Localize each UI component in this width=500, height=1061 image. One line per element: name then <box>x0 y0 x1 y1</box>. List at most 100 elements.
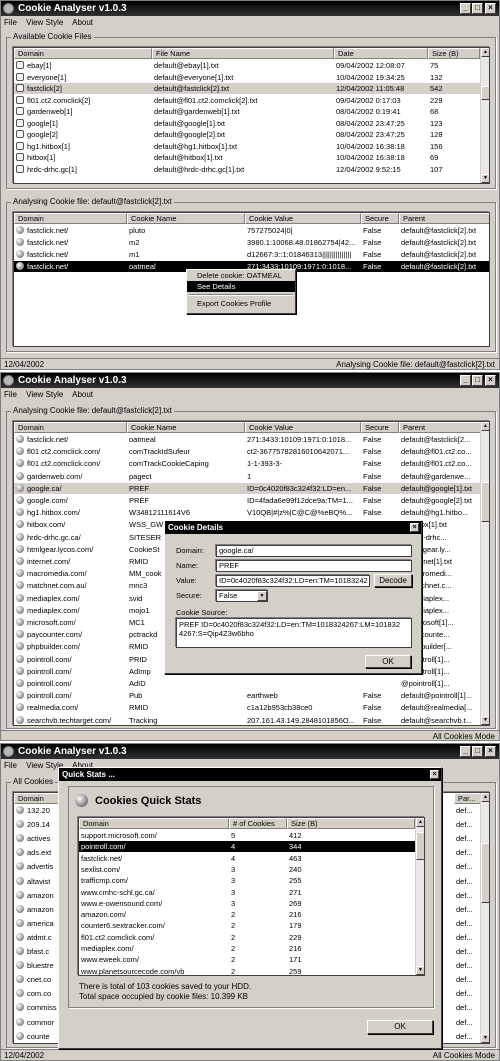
scroll-up-arrow-icon[interactable]: ▲ <box>481 793 489 802</box>
list-row[interactable]: mediaplex.com/2 216 <box>79 943 417 954</box>
list-row[interactable]: www.eweek.com/2 171 <box>79 954 417 965</box>
scroll-up-arrow-icon[interactable]: ▲ <box>481 48 489 57</box>
scroll-down-arrow-icon[interactable]: ▼ <box>481 174 489 183</box>
list-row[interactable]: gardenweb[1] default@gardenweb[1].txt 08/0… <box>14 106 482 117</box>
name-field[interactable]: PREF <box>216 560 412 572</box>
ok-button[interactable]: OK <box>367 1020 433 1034</box>
column-header[interactable]: Domain <box>79 818 229 829</box>
list-row[interactable]: google.com/PREF ID=4fada6e99f12dce9a:TM=1… <box>14 495 482 506</box>
list-row[interactable]: google[2] default@google[2].txt 08/04/2002… <box>14 129 482 140</box>
column-header[interactable]: Parent <box>399 422 481 433</box>
scroll-thumb[interactable] <box>416 832 424 860</box>
scroll-up-arrow-icon[interactable]: ▲ <box>481 422 489 431</box>
delete-cookie-menu-item[interactable]: Delete cookie: OATMEAL <box>187 270 295 281</box>
scroll-down-arrow-icon[interactable]: ▼ <box>481 716 489 725</box>
maximize-icon[interactable]: □ <box>472 3 483 14</box>
list-row[interactable]: pointroll.com/4 344 <box>79 841 417 853</box>
menu-view-style[interactable]: View Style <box>26 390 63 399</box>
list-row[interactable]: trafficmp.com/3 255 <box>79 875 417 886</box>
column-header[interactable]: File Name <box>152 48 334 59</box>
menu-about[interactable]: About <box>72 390 93 399</box>
column-header[interactable]: Size (B) <box>428 48 480 59</box>
close-icon[interactable]: × <box>485 746 496 757</box>
list-row[interactable]: fl01.ct2.comclick.com/comTrackCookieCapi… <box>14 458 482 469</box>
menu-view-style[interactable]: View Style <box>26 18 63 27</box>
list-row[interactable]: google.ca/PREF ID=0c4020f83c324f32:LD=en.… <box>14 482 482 494</box>
value-field[interactable]: ID=0c4020f83c324f32:LD=en:TM=10183242 <box>216 575 370 587</box>
list-row[interactable]: pointroll.com/AdID @pointroll[1]... <box>14 678 482 689</box>
domain-field[interactable]: google.ca/ <box>216 545 412 557</box>
list-row[interactable]: counter6.sextracker.com/2 179 <box>79 920 417 931</box>
list-row[interactable]: hg1.hitbox.com/W34812111614V6 V10QB|#|z%|… <box>14 507 482 518</box>
scroll-thumb[interactable] <box>481 482 489 522</box>
vertical-scrollbar[interactable]: ▲ ▼ <box>480 422 489 725</box>
files-list[interactable]: Domain File Name Date Size (B) ebay[1] defaul… <box>13 47 490 184</box>
list-row[interactable]: everyone[1] default@everyone[1].txt 10/04/… <box>14 72 482 83</box>
stats-list[interactable]: Domain # of Cookies Size (B) support.micros… <box>78 817 425 976</box>
scroll-thumb[interactable] <box>481 86 489 100</box>
list-row[interactable]: support.microsoft.com/5 412 <box>79 830 417 841</box>
secure-select[interactable]: False ▼ <box>216 590 268 602</box>
column-header[interactable]: Domain <box>14 48 152 59</box>
menu-about[interactable]: About <box>72 18 93 27</box>
source-textarea[interactable]: PREF ID=0c4020f83c324f32:LD=en:TM=101832… <box>176 618 412 648</box>
list-row[interactable]: amazon.com/2 216 <box>79 909 417 920</box>
column-header[interactable]: Size (B) <box>287 818 415 829</box>
list-row[interactable]: gardenweb.com/pagect 1 False default@garden… <box>14 471 482 482</box>
column-header[interactable]: # of Cookies <box>229 818 287 829</box>
list-row[interactable]: fastclick.net/m1 d12667:3::1:01846313||||… <box>14 249 489 260</box>
column-header[interactable]: Cookie Value <box>245 422 361 433</box>
scroll-down-arrow-icon[interactable]: ▼ <box>481 1034 489 1043</box>
vertical-scrollbar[interactable]: ▲ ▼ <box>480 48 489 183</box>
vertical-scrollbar[interactable]: ▲ ▼ <box>480 793 489 1043</box>
list-row[interactable]: www.cmhc-schl.gc.ca/3 271 <box>79 887 417 898</box>
menu-file[interactable]: File <box>4 390 17 399</box>
list-row[interactable]: sexlist.com/3 240 <box>79 864 417 875</box>
list-row[interactable]: fastclick.net/pluto 757275024|0| False defa… <box>14 225 489 236</box>
minimize-icon[interactable]: _ <box>460 375 471 386</box>
column-header[interactable]: Domain <box>14 422 127 433</box>
column-header[interactable]: Domain <box>14 213 127 224</box>
maximize-icon[interactable]: □ <box>472 375 483 386</box>
list-row[interactable]: fl01.ct2.comclick.com/comTrackIdSufeur ct… <box>14 446 482 457</box>
column-header[interactable]: Date <box>334 48 428 59</box>
list-row[interactable]: www.e-owensound.com/3 269 <box>79 898 417 909</box>
list-row[interactable]: pointroll.com/Pub earthweb False default@po… <box>14 690 482 701</box>
column-header[interactable]: Cookie Value <box>245 213 361 224</box>
ok-button[interactable]: OK <box>365 655 411 668</box>
list-row[interactable]: fastclick[2] default@fastclick[2].txt 12/0… <box>14 83 482 94</box>
scroll-up-arrow-icon[interactable]: ▲ <box>416 818 424 827</box>
menu-file[interactable]: File <box>4 18 17 27</box>
close-icon[interactable]: × <box>410 523 419 532</box>
list-row[interactable]: fastclick.net/4 463 <box>79 853 417 864</box>
minimize-icon[interactable]: _ <box>460 746 471 757</box>
list-row[interactable]: google[1] default@google[1].txt 08/04/2002… <box>14 118 482 129</box>
list-row[interactable]: searchvb.techtarget.com/Tracking 207.161.… <box>14 715 482 725</box>
list-row[interactable]: www.planetsourcecode.com/vb 2 259 <box>79 966 417 975</box>
list-row[interactable]: fl01.ct2.comclick[2] default@fl01.ct2.com… <box>14 95 482 106</box>
close-icon[interactable]: × <box>485 375 496 386</box>
decode-button[interactable]: Decode <box>374 574 412 587</box>
see-details-menu-item[interactable]: See Details <box>187 281 295 292</box>
list-row[interactable]: hitbox[1] default@hitbox[1].txt 10/04/2002… <box>14 152 482 163</box>
column-header[interactable]: Parent <box>399 213 489 224</box>
close-icon[interactable]: × <box>430 770 439 779</box>
list-row[interactable]: fastclick.net/oatmeal 271:3433:10109:1971… <box>14 434 482 445</box>
column-header[interactable]: Cookie Name <box>127 422 245 433</box>
minimize-icon[interactable]: _ <box>460 3 471 14</box>
list-row[interactable]: fl01.ct2.comclick.com/2 229 <box>79 932 417 943</box>
list-row[interactable]: ebay[1] default@ebay[1].txt 09/04/2002 12:… <box>14 60 482 71</box>
column-header[interactable]: Cookie Name <box>127 213 245 224</box>
maximize-icon[interactable]: □ <box>472 746 483 757</box>
list-row[interactable]: fastclick.net/m2 3980.1:10068.48.01862754… <box>14 237 489 248</box>
list-row[interactable]: hg1.hitbox[1] default@hg1.hitbox[1].txt 10… <box>14 141 482 152</box>
scroll-down-arrow-icon[interactable]: ▼ <box>416 966 424 975</box>
close-icon[interactable]: × <box>485 3 496 14</box>
menu-file[interactable]: File <box>4 761 17 770</box>
export-profile-menu-item[interactable]: Export Cookies Profile <box>187 298 295 309</box>
scroll-thumb[interactable] <box>481 843 489 903</box>
vertical-scrollbar[interactable]: ▲ ▼ <box>415 818 424 975</box>
list-row[interactable]: realmedia.com/RMID c1a12b953cb38ce0 False d… <box>14 702 482 713</box>
column-header[interactable]: Secure <box>361 422 399 433</box>
list-row[interactable]: hrdc-drhc.gc[1] default@hrdc-drhc.gc[1].t… <box>14 164 482 175</box>
